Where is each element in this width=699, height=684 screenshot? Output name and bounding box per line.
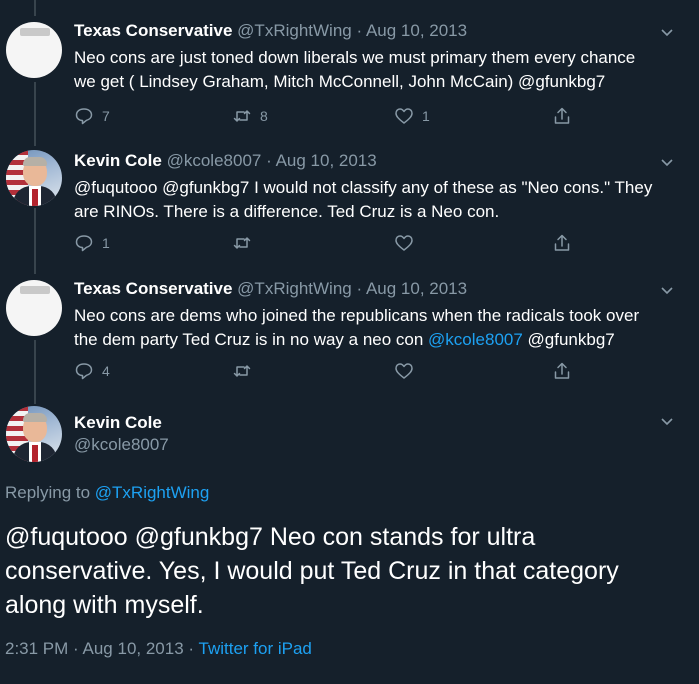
tweet-date[interactable]: Aug 10, 2013: [83, 639, 184, 658]
author-handle[interactable]: @kcole8007: [74, 434, 169, 456]
tweet-source-link[interactable]: Twitter for iPad: [199, 639, 312, 658]
replying-to-link[interactable]: @TxRightWing: [95, 483, 210, 502]
conversation-thread: Texas Conservative @TxRightWing · Aug 10…: [0, 0, 699, 684]
replying-label: Replying to: [5, 483, 95, 502]
avatar[interactable]: [6, 406, 62, 462]
avatar-hair: [23, 413, 47, 422]
author-name[interactable]: Kevin Cole: [74, 412, 162, 434]
tweet-meta: 2:31 PM · Aug 10, 2013 · Twitter for iPa…: [5, 638, 312, 660]
tweet-text-line: conservative. Yes, I would put Ted Cruz …: [5, 557, 619, 585]
chevron-down-icon[interactable]: [659, 413, 675, 429]
focused-tweet-text: @fuqutooo @gfunkbg7 Neo con stands for u…: [5, 520, 685, 622]
separator: ·: [73, 639, 79, 658]
tweet-text-line: along with myself.: [5, 591, 204, 619]
replying-to: Replying to @TxRightWing: [5, 482, 209, 504]
separator: ·: [188, 639, 195, 658]
tweet-text-line: @fuqutooo @gfunkbg7 Neo con stands for u…: [5, 523, 536, 551]
tweet-time[interactable]: 2:31 PM: [5, 639, 68, 658]
avatar-tie: [32, 445, 38, 462]
focused-tweet: Kevin Cole @kcole8007 Replying to @TxRig…: [0, 0, 699, 684]
